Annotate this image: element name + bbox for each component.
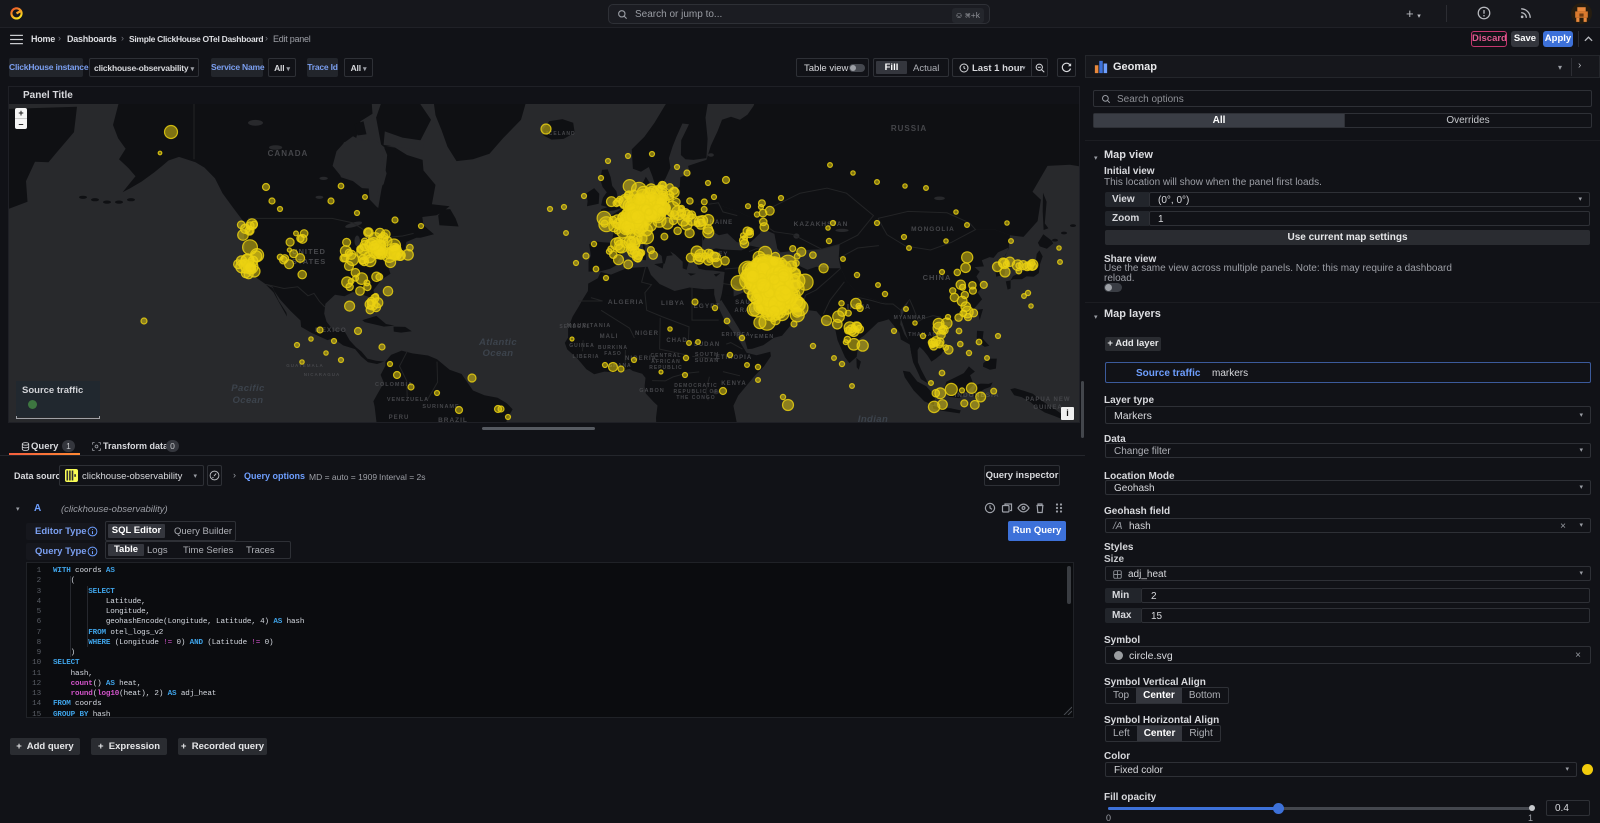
svg-text:VENEZUELA: VENEZUELA: [387, 397, 429, 403]
svg-text:LIBERIA: LIBERIA: [573, 354, 600, 360]
svg-text:PERU: PERU: [389, 415, 410, 421]
svg-text:FASO: FASO: [604, 351, 622, 357]
svg-text:KAZAKHSTAN: KAZAKHSTAN: [794, 221, 849, 228]
svg-text:RUSSIA: RUSSIA: [891, 124, 927, 133]
svg-text:ERITREA: ERITREA: [722, 332, 751, 338]
svg-text:BRAZIL: BRAZIL: [438, 417, 468, 422]
svg-text:YEMEN: YEMEN: [750, 334, 775, 340]
svg-text:Pacific: Pacific: [231, 383, 265, 394]
svg-text:NIGER: NIGER: [635, 331, 659, 337]
svg-text:THE CONGO: THE CONGO: [676, 395, 715, 401]
svg-text:MYANMAR: MYANMAR: [894, 315, 927, 321]
svg-text:GUINEA: GUINEA: [1033, 405, 1062, 411]
svg-text:SENEGAL: SENEGAL: [559, 324, 590, 330]
svg-text:Indian: Indian: [858, 414, 888, 422]
svg-text:GUATEMALA: GUATEMALA: [286, 363, 323, 368]
svg-text:GUINEA: GUINEA: [569, 343, 594, 349]
svg-text:KENYA: KENYA: [721, 381, 746, 387]
svg-text:PAPUA NEW: PAPUA NEW: [1026, 397, 1071, 403]
svg-text:LIBYA: LIBYA: [661, 300, 685, 307]
svg-text:CHINA: CHINA: [923, 273, 952, 282]
svg-text:MALI: MALI: [600, 334, 619, 340]
svg-text:Atlantic: Atlantic: [478, 337, 517, 348]
svg-text:GABON: GABON: [639, 388, 664, 394]
svg-text:Ocean: Ocean: [482, 348, 513, 359]
svg-text:COLOMBIA: COLOMBIA: [375, 382, 413, 388]
svg-text:CHAD: CHAD: [666, 338, 687, 344]
svg-text:SURINAME: SURINAME: [422, 404, 459, 410]
svg-text:ALGERIA: ALGERIA: [608, 299, 644, 306]
svg-text:MONGOLIA: MONGOLIA: [911, 226, 955, 233]
svg-text:Ocean: Ocean: [232, 395, 263, 406]
svg-text:SUDAN: SUDAN: [695, 358, 720, 364]
svg-text:NICARAGUA: NICARAGUA: [304, 372, 341, 377]
svg-text:CANADA: CANADA: [268, 149, 309, 158]
svg-text:ETHIOPIA: ETHIOPIA: [716, 355, 752, 361]
svg-text:REPUBLIC: REPUBLIC: [649, 365, 683, 371]
